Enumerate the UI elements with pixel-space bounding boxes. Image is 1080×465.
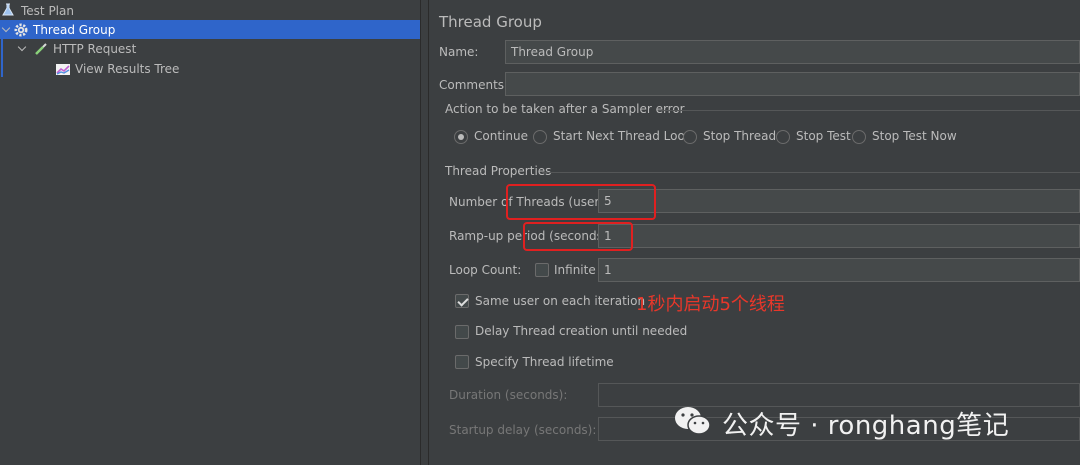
annotation-text: 1秒内启动5个线程: [636, 294, 785, 315]
loop-count-label: Loop Count:: [449, 263, 522, 277]
sampler-error-legend: Action to be taken after a Sampler error: [445, 102, 685, 116]
tree-item-label: Thread Group: [33, 22, 116, 37]
gear-icon: [13, 22, 29, 38]
thread-properties-legend: Thread Properties: [445, 164, 552, 178]
flask-icon: [1, 3, 17, 19]
stop-thread-radio[interactable]: [683, 130, 697, 144]
tree-item-test-plan[interactable]: Test Plan: [0, 1, 420, 20]
page-title: Thread Group: [439, 13, 542, 31]
duration-input[interactable]: [598, 383, 1080, 407]
stop-test-radio[interactable]: [776, 130, 790, 144]
jmeter-window: Test Plan Thread Group HTTP Request View…: [0, 0, 1080, 465]
tree-item-http-request[interactable]: HTTP Request: [0, 39, 420, 58]
threads-highlight-box: [506, 184, 656, 220]
stop-test-now-label: Stop Test Now: [872, 129, 957, 143]
loop-count-input[interactable]: 1: [598, 258, 1080, 282]
wechat-icon: [673, 404, 713, 438]
comments-label: Comments:: [439, 78, 509, 92]
startup-delay-label: Startup delay (seconds):: [449, 423, 597, 437]
stop-thread-label: Stop Thread: [703, 129, 777, 143]
infinite-label: Infinite: [554, 263, 596, 277]
delay-thread-label: Delay Thread creation until needed: [475, 324, 688, 338]
start-next-thread-loop-label: Start Next Thread Loop: [553, 129, 693, 143]
tree-item-view-results-tree[interactable]: View Results Tree: [0, 59, 420, 78]
start-next-thread-loop-radio[interactable]: [533, 130, 547, 144]
pipette-icon: [33, 41, 49, 57]
panel-splitter[interactable]: [420, 0, 429, 465]
tree-item-label: HTTP Request: [53, 41, 137, 56]
name-input[interactable]: Thread Group: [505, 40, 1080, 64]
threads-input[interactable]: 5: [598, 189, 1080, 213]
test-plan-tree: Test Plan Thread Group HTTP Request View…: [0, 0, 420, 465]
section-divider: [658, 110, 1080, 111]
name-label: Name:: [439, 45, 479, 59]
continue-label: Continue: [474, 129, 528, 143]
infinite-checkbox[interactable]: [535, 263, 549, 277]
thread-lifetime-label: Specify Thread lifetime: [475, 355, 614, 369]
same-user-label: Same user on each iteration: [475, 294, 646, 308]
delay-thread-checkbox[interactable]: [455, 325, 469, 339]
thread-group-form: Thread Group Name: Thread Group Comments…: [430, 0, 1080, 465]
rampup-input[interactable]: 1: [598, 224, 1080, 248]
tree-item-thread-group[interactable]: Thread Group: [0, 20, 420, 39]
same-user-checkbox[interactable]: [455, 294, 469, 308]
continue-radio[interactable]: [454, 130, 468, 144]
watermark-text: 公众号 · ronghang笔记: [722, 411, 1010, 441]
tree-item-label: View Results Tree: [75, 61, 180, 76]
tree-item-label: Test Plan: [21, 3, 74, 18]
chevron-down-icon[interactable]: [17, 43, 29, 55]
stop-test-label: Stop Test: [796, 129, 851, 143]
chevron-down-icon[interactable]: [1, 24, 13, 36]
chart-icon: [55, 61, 71, 77]
duration-label: Duration (seconds):: [449, 388, 568, 402]
section-divider: [542, 172, 1080, 173]
comments-input[interactable]: [505, 72, 1080, 96]
rampup-highlight-box: [523, 222, 633, 251]
stop-test-now-radio[interactable]: [852, 130, 866, 144]
thread-lifetime-checkbox[interactable]: [455, 355, 469, 369]
